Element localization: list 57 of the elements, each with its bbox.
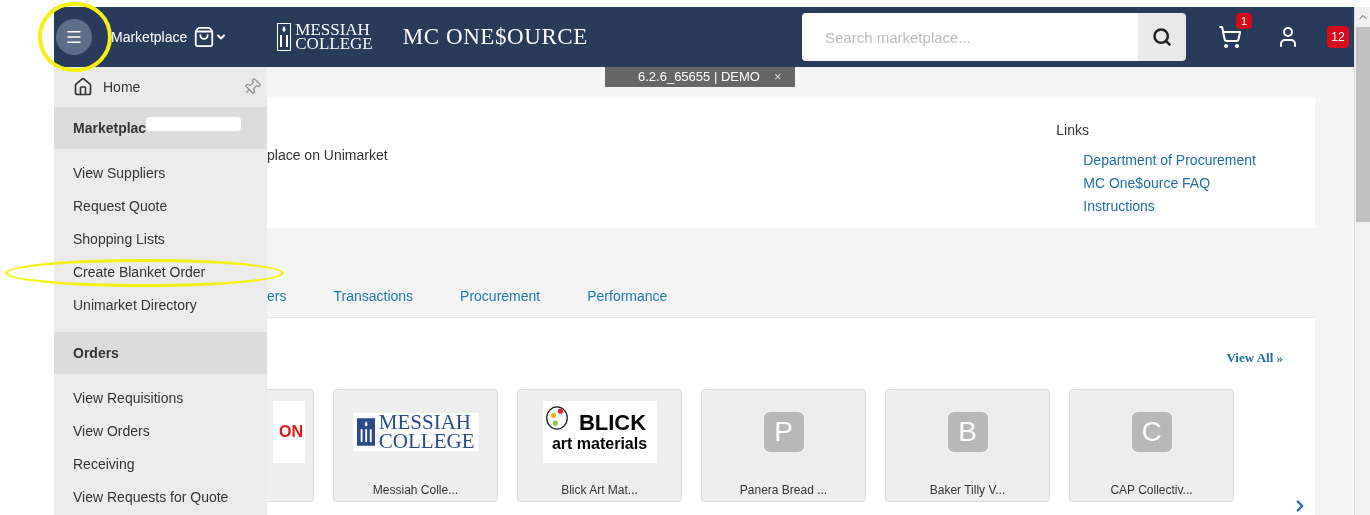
- supplier-initial: C: [1131, 412, 1172, 452]
- tab[interactable]: ers: [267, 286, 287, 307]
- supplier-card[interactable]: B Baker Tilly V...: [885, 389, 1050, 502]
- view-all-link[interactable]: View All »: [1226, 348, 1283, 389]
- menu-item[interactable]: View Orders: [73, 421, 150, 442]
- search-button[interactable]: [1138, 13, 1186, 61]
- close-button[interactable]: ×: [773, 67, 782, 87]
- intro-text: place on Unimarket: [267, 145, 388, 165]
- menu-item[interactable]: Receiving: [73, 454, 135, 475]
- bag-icon: [193, 26, 216, 48]
- supplier-initial: P: [763, 412, 804, 452]
- search-icon: [1152, 27, 1172, 47]
- tab[interactable]: Transactions: [333, 286, 414, 307]
- supplier-logo: MESSIAH COLLEGE: [352, 413, 479, 451]
- scrollbar-thumb[interactable]: [1355, 27, 1370, 222]
- supplier-name: Panera Bread ...: [739, 482, 828, 499]
- menu-item[interactable]: Unimarket Directory: [73, 295, 197, 316]
- supplier-card[interactable]: BLICK art materials Blick Art Mat...: [517, 389, 682, 502]
- supplier-logo: ON: [273, 401, 305, 463]
- supplier-name: Baker Tilly V...: [929, 482, 1006, 499]
- marketplace-label[interactable]: Marketplace: [111, 26, 188, 48]
- search-field[interactable]: Search marketplace...: [802, 13, 1138, 61]
- site-title: MC ONE$OURCE: [402, 22, 588, 51]
- supplier-card[interactable]: ON: [267, 389, 314, 502]
- college-logo: MESSIAH COLLEGE: [277, 22, 373, 52]
- menu-item[interactable]: Create Blanket Order: [73, 262, 206, 283]
- menu-item[interactable]: Home: [103, 76, 141, 98]
- supplier-card[interactable]: C CAP Collectiv...: [1069, 389, 1234, 502]
- supplier-name: CAP Collectiv...: [1110, 482, 1193, 499]
- tab[interactable]: Performance: [587, 286, 668, 307]
- section-title[interactable]: Orders: [73, 342, 119, 364]
- supplier-name: Blick Art Mat...: [561, 482, 638, 499]
- supplier-card[interactable]: MESSIAH COLLEGE Messiah Colle...: [333, 389, 498, 502]
- section-title[interactable]: Marketplac: [73, 117, 147, 139]
- version-text: 6.2.6_65655 | DEMO: [638, 68, 760, 87]
- links-heading: Links: [1056, 120, 1090, 140]
- cart-button[interactable]: [1216, 23, 1244, 51]
- link[interactable]: Instructions: [1083, 194, 1256, 218]
- home-icon: [73, 77, 93, 97]
- menu-icon: [65, 28, 83, 46]
- menu-button[interactable]: [56, 19, 92, 55]
- menu-item[interactable]: View Suppliers: [73, 163, 166, 184]
- notification-count-badge[interactable]: 12: [1327, 26, 1349, 48]
- cart-icon: [1218, 25, 1242, 49]
- link[interactable]: Department of Procurement: [1083, 148, 1256, 172]
- cart-count-badge: 1: [1235, 13, 1252, 29]
- menu-item[interactable]: View Requisitions: [73, 388, 184, 409]
- link[interactable]: MC One$ource FAQ: [1083, 171, 1256, 195]
- tab[interactable]: Procurement: [460, 286, 541, 307]
- supplier-name: Messiah Colle...: [372, 482, 459, 499]
- scrollbar[interactable]: [1354, 7, 1370, 515]
- supplier-logo: BLICK art materials: [542, 401, 657, 463]
- menu-item[interactable]: Request Quote: [73, 196, 168, 217]
- supplier-card[interactable]: P Panera Bread ...: [701, 389, 866, 502]
- menu-item[interactable]: View Requests for Quote: [73, 487, 229, 508]
- supplier-initial: B: [947, 412, 988, 452]
- menu-item[interactable]: Shopping Lists: [73, 229, 165, 250]
